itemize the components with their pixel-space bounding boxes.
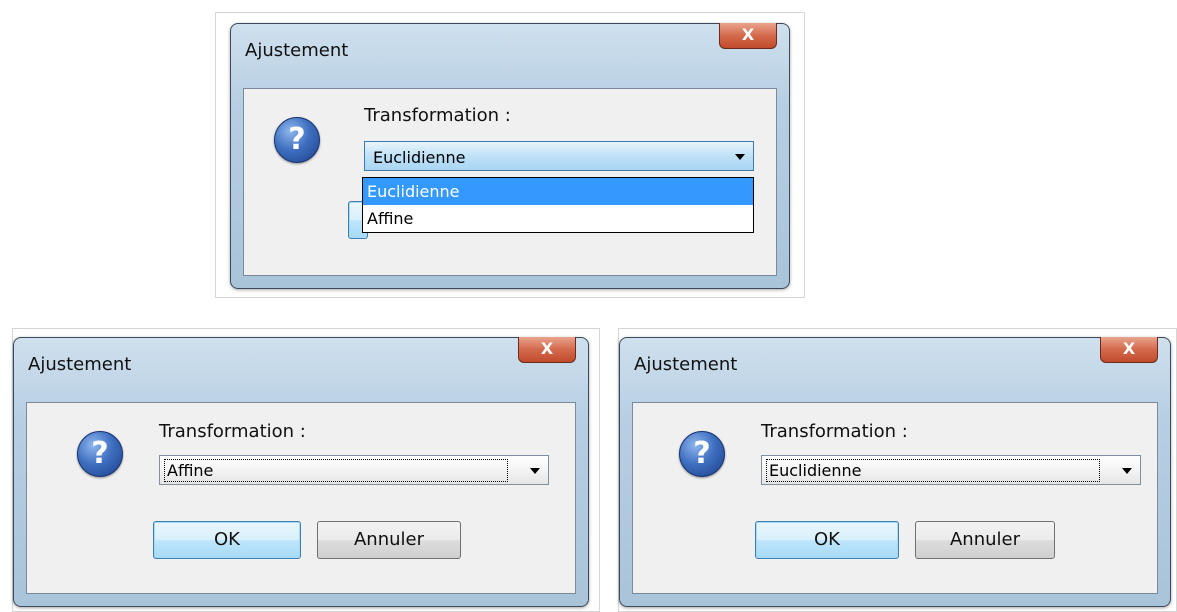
dialog-ajustement-2: Ajustement X ? Transformation : Affine O… bbox=[13, 337, 589, 607]
question-icon: ? bbox=[679, 431, 725, 477]
question-icon: ? bbox=[274, 117, 320, 163]
question-icon: ? bbox=[77, 431, 123, 477]
dialog-title: Ajustement bbox=[634, 354, 738, 375]
dialog-title: Ajustement bbox=[28, 354, 132, 375]
dialog-ajustement-3: Ajustement X ? Transformation : Euclidie… bbox=[619, 337, 1171, 607]
transformation-dropdown-list: Euclidienne Affine bbox=[362, 177, 754, 233]
transformation-label: Transformation : bbox=[761, 421, 908, 442]
cancel-button[interactable]: Annuler bbox=[915, 521, 1055, 559]
close-button[interactable]: X bbox=[719, 23, 777, 49]
chevron-down-icon[interactable] bbox=[735, 154, 745, 160]
close-button[interactable]: X bbox=[518, 337, 576, 363]
ok-button[interactable]: OK bbox=[153, 521, 301, 559]
screenshot-frame-3: Ajustement X ? Transformation : Euclidie… bbox=[618, 328, 1177, 612]
transformation-combobox[interactable]: Euclidienne bbox=[364, 141, 754, 171]
screenshot-frame-2: Ajustement X ? Transformation : Affine O… bbox=[12, 328, 600, 612]
transformation-label: Transformation : bbox=[159, 421, 306, 442]
transformation-combobox[interactable]: Affine bbox=[159, 455, 549, 485]
chevron-down-icon[interactable] bbox=[530, 468, 540, 474]
dropdown-option-euclidienne[interactable]: Euclidienne bbox=[363, 178, 753, 205]
dialog-body: ? Transformation : Euclidienne Euclidien… bbox=[243, 88, 777, 276]
combobox-value: Euclidienne bbox=[373, 148, 466, 167]
dialog-title: Ajustement bbox=[245, 40, 349, 61]
dialog-body: ? Transformation : Affine OK Annuler bbox=[26, 402, 576, 594]
combobox-value: Euclidienne bbox=[766, 459, 1100, 482]
dialog-body: ? Transformation : Euclidienne OK Annule… bbox=[632, 402, 1158, 594]
chevron-down-icon[interactable] bbox=[1122, 468, 1132, 474]
transformation-label: Transformation : bbox=[364, 105, 511, 126]
screenshot-frame-1: Ajustement X ? Transformation : Euclidie… bbox=[215, 12, 805, 298]
dropdown-option-affine[interactable]: Affine bbox=[363, 205, 753, 232]
close-button[interactable]: X bbox=[1100, 337, 1158, 363]
transformation-combobox[interactable]: Euclidienne bbox=[761, 455, 1141, 485]
ok-button[interactable]: OK bbox=[755, 521, 899, 559]
dialog-ajustement-1: Ajustement X ? Transformation : Euclidie… bbox=[230, 23, 790, 289]
cancel-button[interactable]: Annuler bbox=[317, 521, 461, 559]
combobox-value: Affine bbox=[164, 459, 508, 482]
